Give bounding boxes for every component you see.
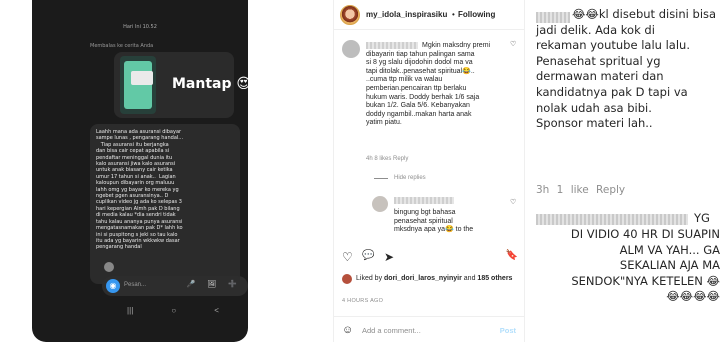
post-time: 4 HOURS AGO: [342, 298, 384, 304]
post-action-bar: ♡ 💬 ➤ 🔖: [342, 250, 518, 266]
liker-avatar[interactable]: [342, 274, 352, 284]
dm-message-input[interactable]: ◉ Pesan... 🎤 🖼 ➕: [102, 276, 248, 296]
zoomed-comment-text: 😂😂kl disebut disini bisa jadi delik. Ada…: [536, 7, 717, 131]
commenter-avatar[interactable]: [342, 40, 360, 58]
like-heart-icon[interactable]: ♡: [510, 40, 516, 48]
phone-reply-label: Membalas ke cerita Anda: [90, 43, 154, 49]
left-screenshot-panel: Hari Ini 10.52 Membalas ke cerita Anda M…: [0, 0, 332, 342]
emoji-icon[interactable]: ☺: [342, 324, 353, 336]
nav-home-icon[interactable]: ○: [171, 306, 176, 315]
redacted-reply-username: [394, 197, 454, 204]
story-thumbnail: [120, 56, 156, 114]
post-comments-panel: my_idola_inspirasiku • Following Mgkin m…: [333, 0, 525, 342]
post-header: my_idola_inspirasiku • Following: [334, 0, 524, 30]
story-thumbnail-image: [124, 61, 153, 109]
post-comment-button[interactable]: Post: [500, 326, 516, 335]
share-icon[interactable]: ➤: [384, 250, 394, 264]
phone-status-time: Hari Ini 10.52: [123, 24, 157, 30]
camera-icon[interactable]: ◉: [106, 279, 120, 293]
dm-input-placeholder: Pesan...: [124, 282, 147, 288]
mantap-text: Mantap 😍👏: [172, 76, 248, 92]
redacted-username-large-2: [536, 214, 688, 225]
likes-user-link[interactable]: dori_dori_laros_nyinyir: [384, 275, 462, 282]
reply-avatar[interactable]: [372, 196, 388, 212]
zoomed-comment-meta[interactable]: 3h 1 like Reply: [536, 184, 625, 196]
likes-prefix: Liked by: [356, 275, 385, 282]
phone-nav-bar: ||| ○ <: [108, 306, 238, 315]
save-icon[interactable]: 🔖: [506, 250, 518, 261]
dm-message-text: Laahh mana ada asuransi dibayar sampe lu…: [96, 129, 184, 251]
zoomed-comments-panel: 😂😂kl disebut disini bisa jadi delik. Ada…: [526, 0, 720, 342]
likes-mid: and: [461, 275, 478, 282]
add-comment-input[interactable]: Add a comment...: [362, 326, 421, 335]
phone-dm-screenshot: Hari Ini 10.52 Membalas ke cerita Anda M…: [32, 0, 248, 342]
nav-back-icon[interactable]: <: [214, 306, 219, 315]
account-username[interactable]: my_idola_inspirasiku: [366, 10, 447, 19]
story-reply-bubble: Mantap 😍👏: [114, 52, 248, 118]
account-avatar[interactable]: [340, 5, 360, 25]
dm-input-icons[interactable]: 🎤 🖼 ➕: [187, 280, 242, 288]
story-thumbnail-card: [131, 71, 153, 85]
like-icon[interactable]: ♡: [342, 250, 353, 264]
likes-summary: Liked by dori_dori_laros_nyinyir and 185…: [356, 274, 520, 283]
dm-message-bubble: Laahh mana ada asuransi dibayar sampe lu…: [90, 124, 240, 284]
dm-sender-avatar: [104, 262, 114, 272]
following-button[interactable]: Following: [458, 10, 495, 19]
comment-meta[interactable]: 4h 8 likes Reply: [366, 156, 408, 162]
nav-recent-icon[interactable]: |||: [127, 306, 133, 315]
hide-replies-line: [374, 178, 388, 179]
likes-count-link[interactable]: 185 others: [477, 275, 512, 282]
reply-text: bingung bgt bahasa penasehat spiritual m…: [394, 209, 474, 234]
add-comment-bar: ☺ Add a comment... Post: [334, 316, 524, 342]
reply-like-heart-icon[interactable]: ♡: [510, 198, 516, 206]
zoomed-comment2-head: YG: [694, 211, 710, 225]
comment-text: Mgkin maksdny premi dibayarin tiap tahun…: [366, 42, 491, 127]
zoomed-comment2-text: DI VIDIO 40 HR DI SUAPIN ALM VA YAH... G…: [570, 227, 720, 304]
comment-icon[interactable]: 💬: [362, 250, 374, 261]
header-separator-dot: •: [452, 10, 455, 19]
